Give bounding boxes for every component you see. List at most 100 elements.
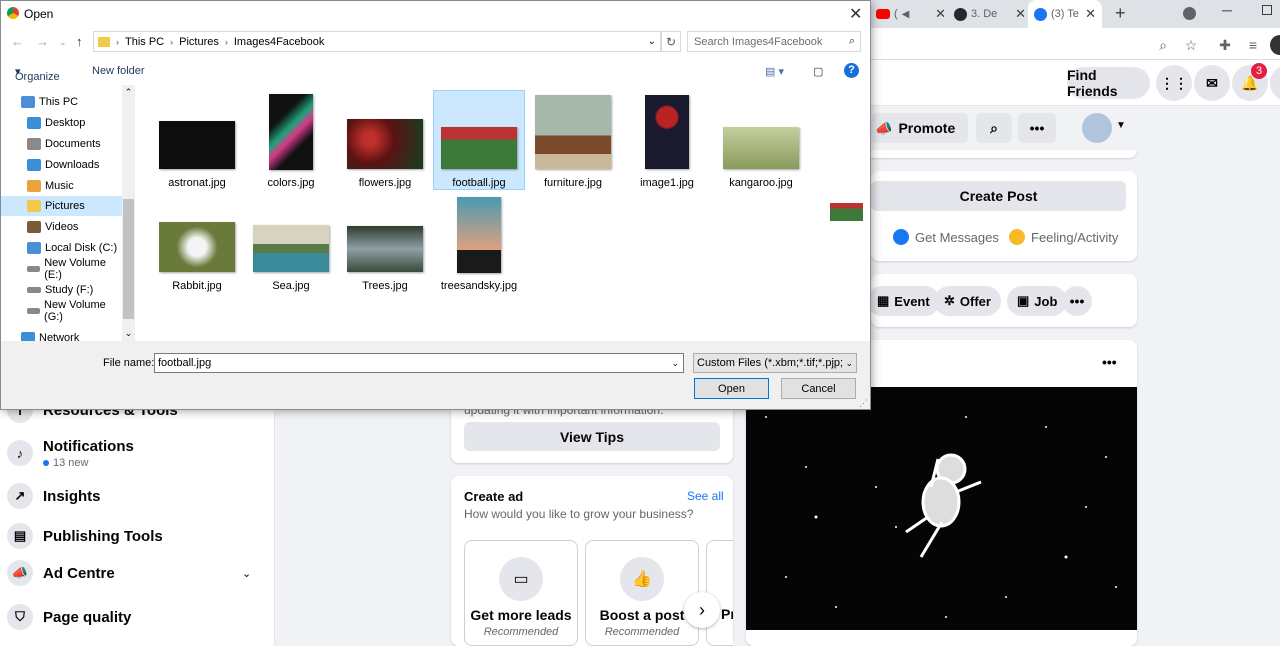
file-item-football[interactable]: football.jpg (433, 90, 525, 190)
file-item-colors[interactable]: colors.jpg (245, 91, 337, 191)
mute-icon[interactable]: ◀ (902, 9, 910, 20)
address-dropdown-icon[interactable]: ⌄ (648, 36, 656, 47)
file-item-trees[interactable]: Trees.jpg (339, 194, 431, 294)
organize-button[interactable]: Organize ▾ (15, 65, 60, 83)
up-arrow-icon[interactable]: ↑ (76, 34, 83, 49)
chevron-down-icon[interactable]: ⌄ (242, 567, 251, 580)
see-all-link[interactable]: See all (687, 489, 724, 503)
tree-item-network[interactable]: Network (1, 328, 122, 341)
resize-grip-icon[interactable]: ⋰ (859, 398, 868, 409)
file-item-image1[interactable]: image1.jpg (621, 91, 713, 191)
new-tab-button[interactable]: + (1115, 3, 1126, 24)
close-tab-icon[interactable]: ✕ (1015, 6, 1026, 22)
job-button[interactable]: ▣ Job (1007, 286, 1068, 316)
chevron-down-icon[interactable]: ⌄ (671, 358, 679, 369)
extensions-icon[interactable]: ✚ (1216, 36, 1234, 54)
forward-arrow-icon[interactable]: → (36, 34, 49, 49)
view-tips-button[interactable]: View Tips (464, 422, 720, 451)
more-options-icon[interactable]: ••• (1018, 113, 1056, 143)
offer-button[interactable]: ✲ Offer (934, 286, 1001, 316)
event-button[interactable]: ▦ Event (867, 286, 940, 316)
tree-item-study-f[interactable]: Study (F:) (1, 280, 122, 300)
promote-button[interactable]: 📣 Promote (871, 113, 968, 143)
close-tab-icon[interactable]: ✕ (1085, 6, 1096, 22)
tree-item-downloads[interactable]: Downloads (1, 155, 122, 175)
zoom-icon[interactable]: ⌕ (1154, 36, 1172, 54)
browser-tab-facebook[interactable]: (3) Te ✕ (1028, 0, 1102, 28)
new-folder-button[interactable]: New folder (92, 65, 145, 77)
image-thumbnail (159, 222, 235, 272)
find-friends-button[interactable]: Find Friends (1067, 67, 1150, 99)
tree-item-documents[interactable]: Documents (1, 134, 122, 154)
chevron-down-icon[interactable]: ⌄ (843, 357, 853, 369)
tree-label: Network (39, 332, 80, 341)
tree-item-new-volume-g[interactable]: New Volume (G:) (1, 299, 122, 323)
minimize-icon[interactable]: ─ (1222, 2, 1232, 18)
breadcrumb-pictures[interactable]: Pictures (179, 36, 219, 48)
chevron-right-icon[interactable]: › (684, 592, 720, 628)
open-button[interactable]: Open (694, 378, 769, 399)
tree-item-pictures[interactable]: Pictures (1, 196, 122, 216)
nav-item-notifications[interactable]: ♪ Notifications 13 new (0, 432, 275, 472)
cancel-button[interactable]: Cancel (781, 378, 856, 399)
tab-search-icon[interactable] (1183, 7, 1196, 20)
file-item-rabbit[interactable]: Rabbit.jpg (151, 194, 243, 294)
ad-option-boost-post[interactable]: 👍 Boost a post Recommended (585, 540, 699, 646)
more-actions-icon[interactable]: ••• (1062, 286, 1092, 316)
close-tab-icon[interactable]: ✕ (935, 6, 946, 22)
reading-list-icon[interactable]: ≡ (1244, 36, 1262, 54)
astronaut-post-image[interactable] (746, 387, 1137, 630)
breadcrumb-images4facebook[interactable]: Images4Facebook (234, 36, 325, 48)
page-avatar[interactable] (1082, 113, 1112, 143)
change-view-icon[interactable]: ▤ ▾ (765, 65, 784, 78)
messenger-icon[interactable]: ✉ (1194, 65, 1230, 101)
browser-tab-github[interactable]: 3. De ✕ (954, 0, 1026, 28)
file-type-select[interactable]: Custom Files (*.xbm;*.tif;*.pjp;*.j ⌄ (693, 353, 857, 373)
notification-count-badge: 3 (1251, 63, 1267, 79)
nav-item-page-quality[interactable]: ⛉ Page quality (0, 597, 275, 637)
tree-item-local-disk-c[interactable]: Local Disk (C:) (1, 238, 122, 258)
tree-item-this-pc[interactable]: This PC (1, 92, 122, 112)
file-item-astronat[interactable]: astronat.jpg (151, 91, 243, 191)
back-arrow-icon[interactable]: ← (11, 34, 24, 49)
create-post-button[interactable]: Create Post (871, 181, 1126, 211)
nav-item-publishing-tools[interactable]: ▤ Publishing Tools (0, 516, 275, 556)
thumbs-up-icon: 👍 (620, 557, 664, 601)
recent-locations-icon[interactable]: ⌄ (59, 37, 67, 48)
file-item-kangaroo[interactable]: kangaroo.jpg (715, 91, 807, 191)
tree-item-music[interactable]: Music (1, 176, 122, 196)
refresh-icon[interactable]: ↻ (661, 31, 681, 52)
browser-tab-youtube[interactable]: ( ◀ ✕ (876, 0, 946, 28)
dialog-title: Open (24, 7, 54, 21)
search-icon[interactable]: ⌕ (976, 113, 1012, 143)
scroll-down-icon[interactable]: ⌄ (122, 328, 135, 339)
breadcrumb-this-pc[interactable]: This PC (125, 36, 164, 48)
desktop-folder-icon (27, 117, 41, 129)
tree-item-videos[interactable]: Videos (1, 217, 122, 237)
close-icon[interactable]: ✕ (849, 4, 862, 24)
chevron-down-icon[interactable]: ▼ (1116, 120, 1126, 131)
shield-icon: ⛉ (7, 604, 33, 630)
tree-item-desktop[interactable]: Desktop (1, 113, 122, 133)
nav-item-insights[interactable]: ↗ Insights (0, 476, 275, 516)
get-messages-action[interactable]: Get Messages (893, 229, 999, 245)
file-item-treesandsky[interactable]: treesandsky.jpg (433, 194, 525, 294)
menu-grid-icon[interactable]: ⋮⋮ (1156, 65, 1192, 101)
help-icon[interactable]: ? (844, 63, 859, 78)
scrollbar-thumb[interactable] (123, 199, 134, 319)
file-item-furniture[interactable]: furniture.jpg (527, 91, 619, 191)
scroll-up-icon[interactable]: ⌃ (122, 87, 135, 98)
file-item-flowers[interactable]: flowers.jpg (339, 91, 431, 191)
maximize-icon[interactable] (1262, 5, 1272, 15)
file-item-sea[interactable]: Sea.jpg (245, 194, 337, 294)
feeling-activity-action[interactable]: Feeling/Activity (1009, 229, 1118, 245)
tree-item-new-volume-e[interactable]: New Volume (E:) (1, 257, 122, 281)
ad-option-get-more-leads[interactable]: ▭ Get more leads Recommended (464, 540, 578, 646)
address-bar[interactable]: › This PC › Pictures › Images4Facebook ⌄ (93, 31, 661, 52)
post-options-icon[interactable]: ••• (1102, 354, 1117, 370)
file-name-input[interactable]: football.jpg ⌄ (154, 353, 684, 373)
preview-pane-icon[interactable]: ▢ (813, 65, 823, 78)
search-input[interactable]: Search Images4Facebook ⌕ (687, 31, 861, 52)
bookmark-star-icon[interactable]: ☆ (1182, 36, 1200, 54)
nav-item-ad-centre[interactable]: 📣 Ad Centre ⌄ (0, 553, 275, 593)
